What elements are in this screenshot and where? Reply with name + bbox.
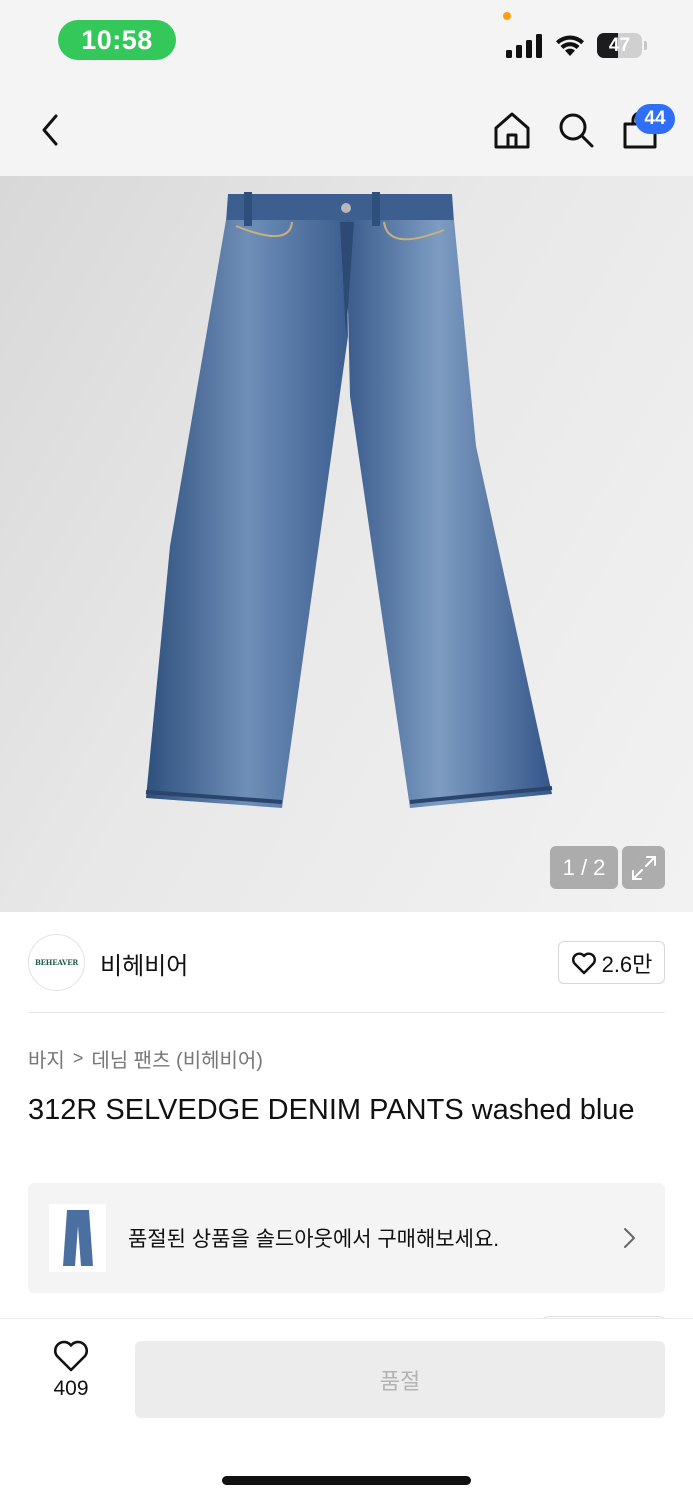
product-image-gallery[interactable]: 1 / 2 (0, 176, 693, 912)
chevron-right-icon (624, 1228, 635, 1248)
soldout-purchase-button[interactable]: 품절 (135, 1341, 665, 1418)
image-counter: 1 / 2 (550, 846, 618, 889)
brand-like-button[interactable]: 2.6만 (558, 941, 665, 984)
back-icon (42, 114, 58, 146)
soldout-banner-text: 품절된 상품을 솔드아웃에서 구매해보세요. (128, 1228, 500, 1251)
soldout-product-thumbnail (49, 1204, 106, 1272)
divider (28, 1012, 665, 1013)
search-button[interactable] (554, 108, 598, 152)
battery-level: 47 (608, 34, 631, 56)
expand-icon (631, 855, 656, 880)
brand-row[interactable]: BEHEAVER 비헤비어 2.6만 (28, 934, 665, 992)
top-nav-bar (0, 80, 693, 176)
heart-icon (571, 952, 596, 974)
home-indicator (222, 1476, 471, 1485)
brand-logo[interactable]: BEHEAVER (28, 934, 85, 991)
breadcrumb: 바지 > 데님 팬츠 (비헤비어) (28, 1044, 263, 1072)
product-title: 312R SELVEDGE DENIM PANTS washed blue (28, 1094, 635, 1126)
heart-icon (54, 1340, 88, 1372)
search-icon (559, 113, 594, 148)
brand-name[interactable]: 비헤비어 (100, 946, 188, 981)
wishlist-count: 409 (53, 1377, 89, 1400)
status-bar: 10:58 47 (0, 0, 693, 80)
breadcrumb-item-category[interactable]: 바지 (28, 1044, 65, 1073)
status-time: 10:58 (58, 20, 176, 60)
wishlist-button[interactable]: 409 (32, 1339, 110, 1419)
brand-like-count: 2.6만 (601, 951, 653, 977)
cellular-signal-icon (506, 34, 542, 58)
expand-image-button[interactable] (622, 846, 665, 889)
privacy-indicator-dot (503, 12, 511, 20)
home-button[interactable] (490, 108, 534, 152)
cart-count-badge: 44 (635, 104, 675, 134)
product-photo-jeans (145, 192, 553, 808)
back-button[interactable] (28, 108, 72, 152)
battery-icon: 47 (597, 33, 647, 58)
home-icon (494, 112, 530, 149)
bottom-action-bar: 409 품절 (0, 1318, 693, 1500)
breadcrumb-separator: > (72, 1047, 84, 1068)
breadcrumb-item-subcategory[interactable]: 데님 팬츠 (비헤비어) (91, 1044, 263, 1073)
soldout-banner[interactable]: 품절된 상품을 솔드아웃에서 구매해보세요. (28, 1183, 665, 1293)
wifi-icon (556, 35, 584, 56)
